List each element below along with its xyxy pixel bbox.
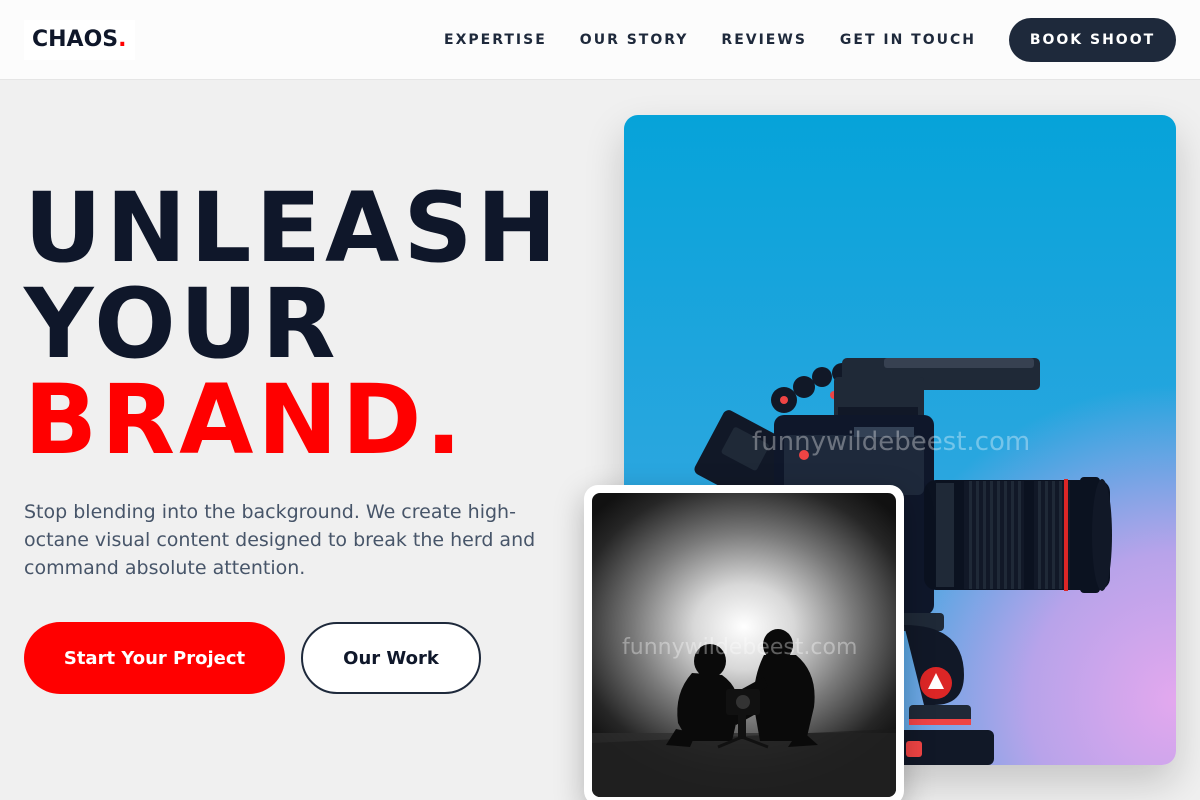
crew-photo-card: funnywildebeest.com	[584, 485, 904, 800]
logo-dot: .	[118, 27, 127, 52]
photo-watermark-text: funnywildebeest.com	[622, 635, 858, 660]
logo[interactable]: CHAOS.	[24, 20, 135, 60]
nav-link-get-in-touch[interactable]: GET IN TOUCH	[840, 32, 976, 48]
headline-line-1: UNLEASH	[24, 172, 561, 284]
headline-line-2: YOUR	[24, 268, 340, 380]
hero-headline: UNLEASH YOUR BRAND.	[24, 180, 584, 468]
hero-subtext: Stop blending into the background. We cr…	[24, 501, 536, 579]
headline-line-3: BRAND.	[24, 364, 466, 476]
main-nav: EXPERTISE OUR STORY REVIEWS GET IN TOUCH	[444, 0, 976, 80]
site-header: CHAOS. EXPERTISE OUR STORY REVIEWS GET I…	[0, 0, 1200, 80]
crew-photo: funnywildebeest.com	[592, 493, 896, 797]
nav-link-our-story[interactable]: OUR STORY	[580, 32, 689, 48]
start-project-button[interactable]: Start Your Project	[24, 622, 285, 694]
watermark-text: funnywildebeest.com	[752, 427, 1031, 457]
nav-link-expertise[interactable]: EXPERTISE	[444, 32, 547, 48]
nav-link-reviews[interactable]: REVIEWS	[721, 32, 806, 48]
logo-text: CHAOS	[32, 27, 119, 52]
book-shoot-button[interactable]: BOOK SHOOT	[1009, 18, 1176, 62]
our-work-button[interactable]: Our Work	[301, 622, 481, 694]
